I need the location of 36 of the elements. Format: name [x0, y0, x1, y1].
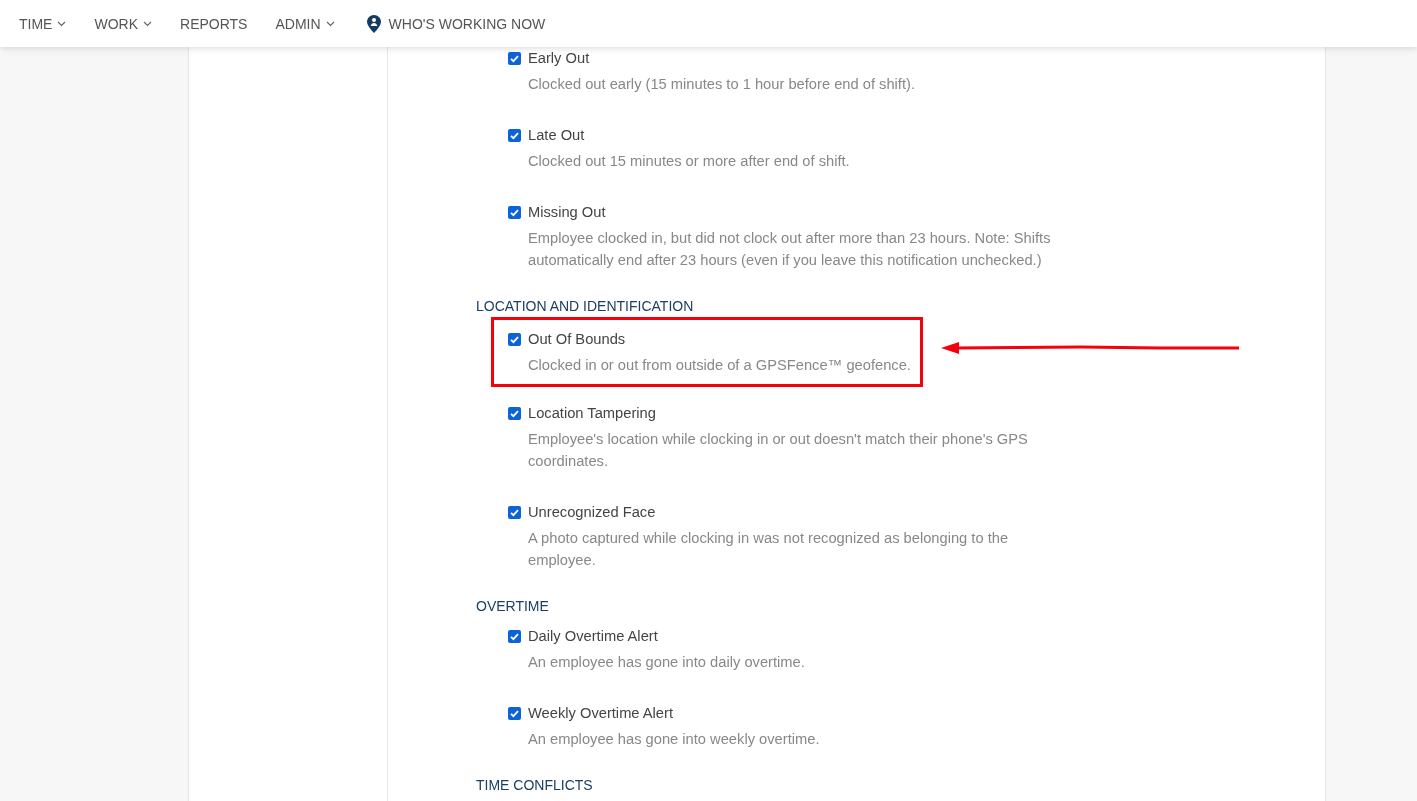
- nav-link[interactable]: REPORTS: [180, 15, 248, 32]
- nav-link[interactable]: ADMIN: [275, 15, 335, 32]
- caret-icon: [143, 20, 152, 27]
- caret-icon: [57, 20, 67, 27]
- option-description: An employee has gone into daily overtime.: [528, 653, 806, 672]
- option-description: Employee's location while clocking in or out doesn't match their phone's GPS coordinates.: [528, 430, 1029, 471]
- nav-link[interactable]: TIME: [19, 15, 67, 32]
- checkbox-option[interactable]: Daily Overtime Alert: [508, 625, 658, 647]
- checkbox[interactable]: [508, 332, 521, 346]
- checkbox-option[interactable]: Weekly Overtime Alert: [508, 702, 673, 724]
- checkbox-option[interactable]: Location Tampering: [508, 402, 656, 424]
- checkbox-option[interactable]: Unrecognized Face: [508, 501, 656, 523]
- checkbox-option[interactable]: Late Out: [508, 124, 585, 146]
- checkbox[interactable]: [508, 505, 521, 519]
- checkbox-option[interactable]: Early Out: [508, 47, 590, 69]
- checkbox[interactable]: [508, 51, 521, 65]
- section-heading: LOCATION AND IDENTIFICATION: [476, 297, 695, 315]
- checkbox[interactable]: [508, 406, 521, 420]
- checkbox[interactable]: [508, 128, 521, 142]
- nav-link[interactable]: WORK: [94, 15, 152, 32]
- option-description: Clocked in or out from outside of a GPSFence™ geofence.: [528, 356, 912, 375]
- option-description: Clocked out early (15 minutes to 1 hour before end of shift).: [528, 75, 916, 94]
- option-description: Employee clocked in, but did not clock out after more than 23 hours. Note: Shifts automatically end after 23 hours (even if you leave this notification unchecked.): [528, 229, 1052, 270]
- option-description: A photo captured while clocking in was not recognized as belonging to the employee.: [528, 529, 1010, 570]
- checkbox-option[interactable]: Missing Out: [508, 201, 606, 223]
- caret-icon: [325, 20, 335, 27]
- checkbox[interactable]: [508, 205, 521, 219]
- nav-link[interactable]: WHO'S WORKING NOW: [362, 14, 546, 33]
- checkbox[interactable]: [508, 629, 521, 643]
- option-description: An employee has gone into weekly overtime.: [528, 730, 821, 749]
- option-description: Clocked out 15 minutes or more after end of shift.: [528, 152, 851, 171]
- location-pin-icon: [366, 14, 381, 33]
- section-heading: OVERTIME: [476, 597, 550, 615]
- checkbox[interactable]: [508, 706, 521, 720]
- checkbox-option[interactable]: Out Of Bounds: [508, 328, 626, 350]
- section-heading: TIME CONFLICTS: [476, 776, 594, 794]
